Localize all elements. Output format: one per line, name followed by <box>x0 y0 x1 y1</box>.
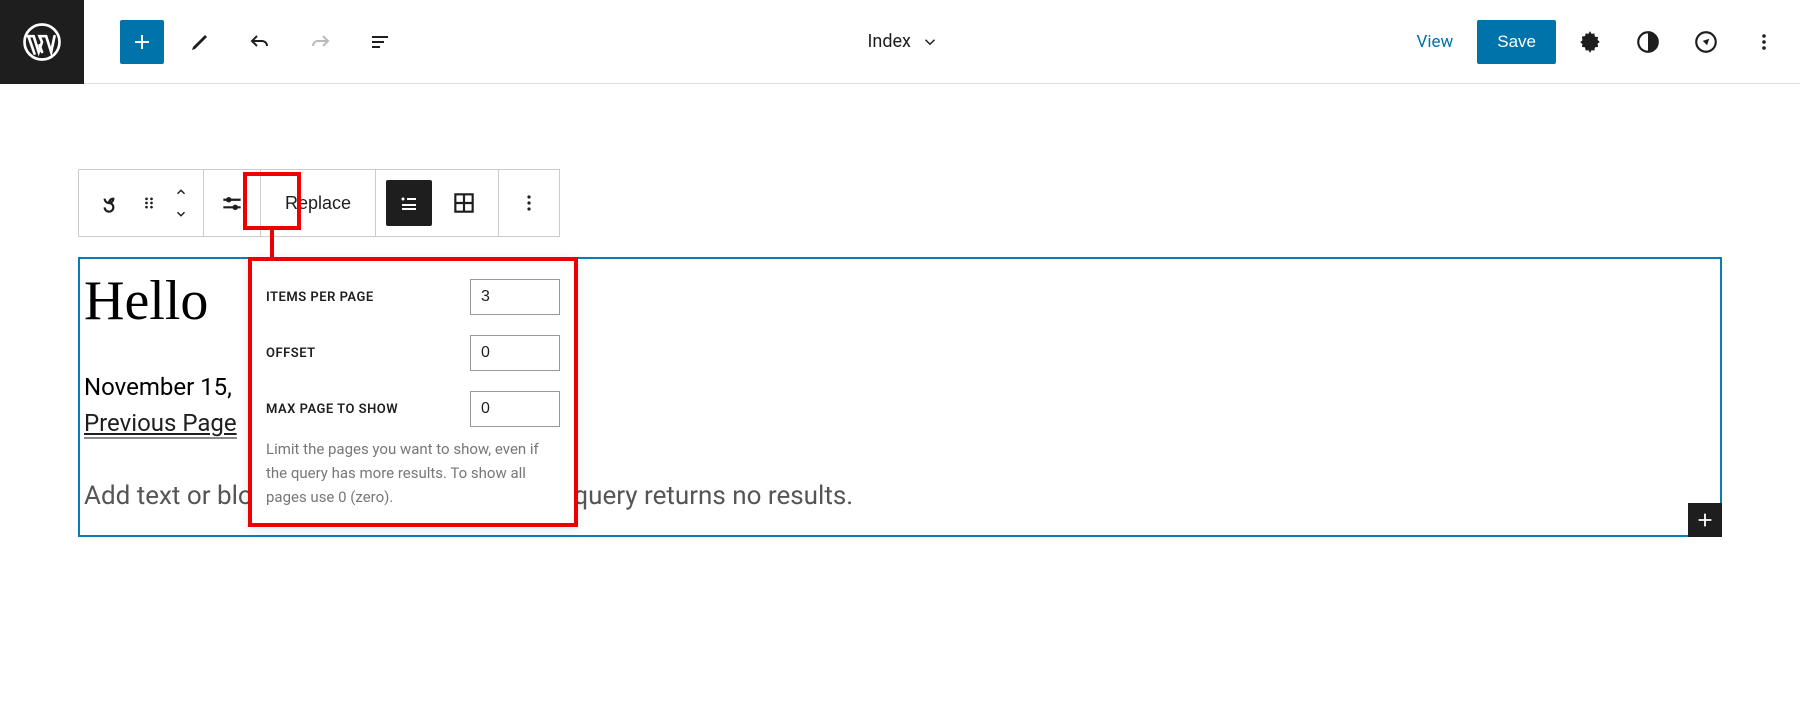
compass-icon <box>1693 29 1719 55</box>
settings-button[interactable] <box>1566 18 1614 66</box>
undo-button[interactable] <box>236 18 284 66</box>
offset-label: Offset <box>266 346 316 361</box>
replace-button[interactable]: Replace <box>267 170 369 236</box>
display-settings-popover: Items Per Page Offset Max page to show L… <box>248 257 578 527</box>
template-name-dropdown[interactable]: Index <box>404 31 1403 52</box>
max-page-help-text: Limit the pages you want to show, even i… <box>266 437 560 509</box>
editor-header: Index View Save <box>0 0 1800 84</box>
contrast-icon <box>1635 29 1661 55</box>
drag-handle[interactable] <box>133 179 165 227</box>
items-per-page-label: Items Per Page <box>266 290 374 305</box>
view-link[interactable]: View <box>1403 22 1468 62</box>
offset-input[interactable] <box>470 335 560 371</box>
max-page-input[interactable] <box>470 391 560 427</box>
navigation-button[interactable] <box>1682 18 1730 66</box>
move-down-button[interactable] <box>167 203 195 225</box>
wordpress-icon <box>22 22 62 62</box>
chevron-up-icon <box>172 185 190 199</box>
block-toolbar: Replace <box>78 169 560 237</box>
save-button[interactable]: Save <box>1477 20 1556 64</box>
drag-icon <box>139 193 159 213</box>
block-more-options[interactable] <box>505 179 553 227</box>
grid-layout-icon <box>451 190 477 216</box>
styles-button[interactable] <box>1624 18 1672 66</box>
chevron-down-icon <box>172 207 190 221</box>
wordpress-logo-button[interactable] <box>0 0 84 84</box>
plus-icon <box>130 30 154 54</box>
redo-icon <box>308 30 332 54</box>
max-page-label: Max page to show <box>266 402 398 417</box>
redo-button[interactable] <box>296 18 344 66</box>
more-options-button[interactable] <box>1740 18 1788 66</box>
list-view-button[interactable] <box>356 18 404 66</box>
header-left-tools <box>84 18 404 66</box>
editor-canvas: Hello November 15, Previous Page Add tex… <box>78 257 1722 537</box>
add-block-inline-button[interactable] <box>1688 503 1722 537</box>
grid-layout-button[interactable] <box>440 179 488 227</box>
sliders-icon <box>219 190 245 216</box>
pencil-icon <box>188 30 212 54</box>
gear-icon <box>1577 29 1603 55</box>
list-view-icon <box>368 30 392 54</box>
undo-icon <box>248 30 272 54</box>
list-layout-icon <box>397 191 421 215</box>
items-per-page-input[interactable] <box>470 279 560 315</box>
three-dots-vertical-icon <box>517 191 541 215</box>
chevron-down-icon <box>921 33 939 51</box>
previous-page-link[interactable]: Previous Page <box>84 409 237 439</box>
block-type-button[interactable] <box>85 179 133 227</box>
query-loop-icon <box>96 190 122 216</box>
template-name: Index <box>868 31 911 52</box>
plus-icon <box>1694 509 1716 531</box>
three-dots-vertical-icon <box>1752 30 1776 54</box>
move-up-button[interactable] <box>167 181 195 203</box>
edit-tool-button[interactable] <box>176 18 224 66</box>
header-right-tools: View Save <box>1403 18 1789 66</box>
add-block-button[interactable] <box>120 20 164 64</box>
list-layout-button[interactable] <box>386 180 432 226</box>
display-settings-button[interactable] <box>208 179 256 227</box>
